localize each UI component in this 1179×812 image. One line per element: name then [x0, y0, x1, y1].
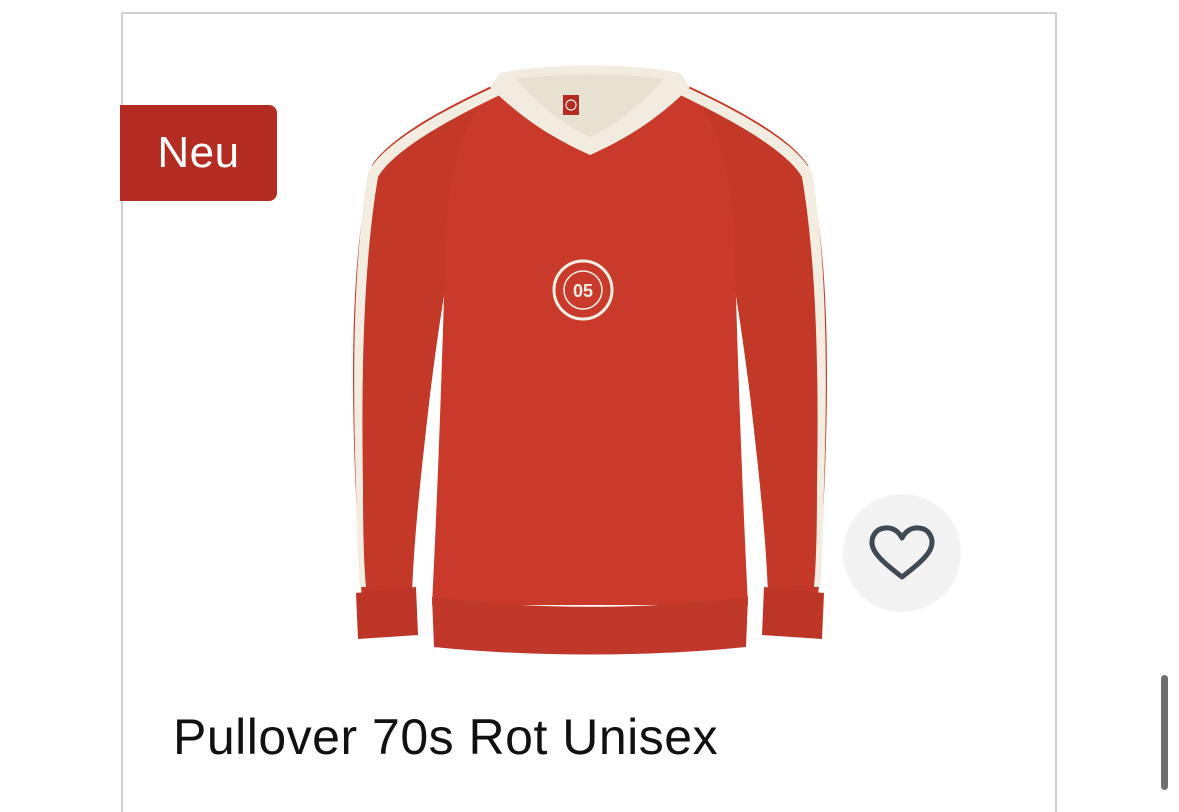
heart-outline-icon	[869, 525, 935, 580]
sweater-body	[432, 77, 748, 605]
new-badge: Neu	[120, 105, 277, 201]
product-title[interactable]: Pullover 70s Rot Unisex	[173, 708, 718, 766]
right-cuff	[762, 587, 824, 639]
wishlist-button[interactable]	[843, 494, 961, 612]
product-image[interactable]: 05	[330, 65, 850, 665]
left-cuff	[356, 587, 418, 639]
scrollbar-thumb[interactable]	[1161, 675, 1168, 790]
waistband	[432, 597, 748, 655]
crest-number: 05	[573, 281, 593, 301]
